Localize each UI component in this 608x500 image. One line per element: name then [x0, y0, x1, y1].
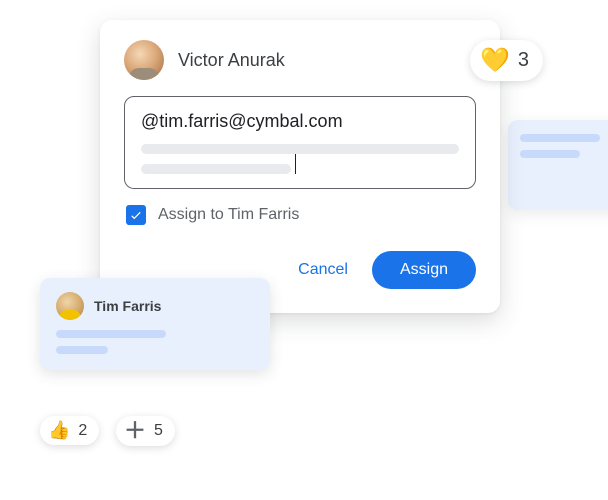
author-avatar: [124, 40, 164, 80]
cancel-button[interactable]: Cancel: [292, 251, 354, 289]
placeholder-line: [56, 346, 108, 354]
reaction-pill-plus[interactable]: ＋ 5: [116, 416, 175, 446]
author-name: Victor Anurak: [178, 50, 285, 71]
card-header: Victor Anurak: [124, 40, 476, 80]
placeholder-line: [520, 150, 580, 158]
assign-checkbox-row[interactable]: Assign to Tim Farris: [124, 205, 476, 225]
reaction-count: 2: [78, 422, 87, 440]
plus-icon: ＋: [124, 420, 146, 442]
assign-button[interactable]: Assign: [372, 251, 476, 289]
reaction-count: 3: [518, 49, 529, 72]
check-icon: [129, 208, 143, 222]
mini-avatar: [56, 292, 84, 320]
assign-checkbox-label: Assign to Tim Farris: [158, 206, 299, 224]
comment-card-tim[interactable]: Tim Farris: [40, 278, 270, 370]
heart-icon: 💛: [480, 46, 510, 75]
text-caret: [295, 154, 296, 174]
placeholder-line: [56, 330, 166, 338]
comment-card-peek: [508, 120, 608, 210]
placeholder-line: [520, 134, 600, 142]
mini-author-name: Tim Farris: [94, 298, 161, 314]
placeholder-line: [141, 164, 291, 174]
mini-card-header: Tim Farris: [56, 292, 254, 320]
assign-checkbox[interactable]: [126, 205, 146, 225]
placeholder-line: [141, 144, 459, 154]
reaction-pill-thumb[interactable]: 👍 2: [40, 416, 99, 445]
comment-input[interactable]: @tim.farris@cymbal.com: [124, 96, 476, 189]
mention-text: @tim.farris@cymbal.com: [141, 111, 459, 132]
thumbs-up-icon: 👍: [48, 420, 70, 441]
reaction-pill-heart[interactable]: 💛 3: [470, 40, 543, 81]
assign-comment-card: Victor Anurak @tim.farris@cymbal.com Ass…: [100, 20, 500, 313]
reaction-count: 5: [154, 422, 163, 440]
